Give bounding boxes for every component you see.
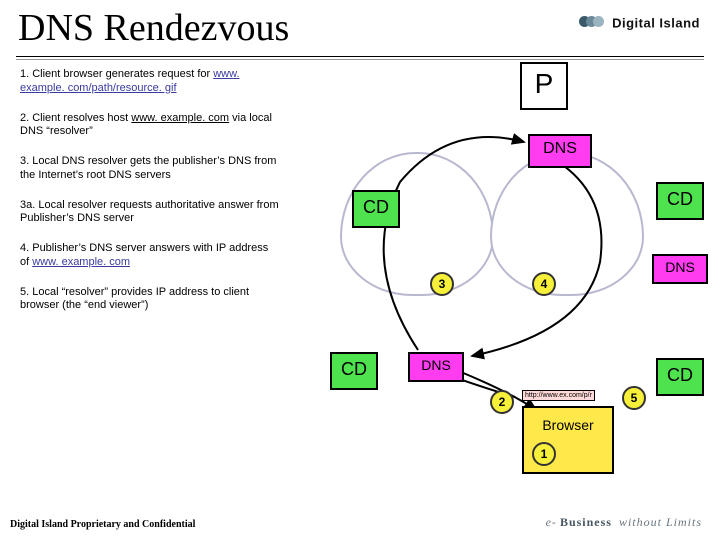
step-2-host: www. example. com bbox=[131, 112, 229, 124]
cd-node-br: CD bbox=[656, 358, 704, 396]
badge-5: 5 bbox=[622, 386, 646, 410]
step-5: 5. Local “resolver” provides IP address … bbox=[20, 286, 280, 314]
cd-node-tr: CD bbox=[656, 182, 704, 220]
step-4: 4. Publisher’s DNS server answers with I… bbox=[20, 242, 280, 270]
local-dns-node: DNS bbox=[408, 352, 464, 382]
step-1-text: 1. Client browser generates request for bbox=[20, 68, 213, 80]
tagline-post: without Limits bbox=[615, 515, 702, 529]
step-3: 3. Local DNS resolver gets the publisher… bbox=[20, 155, 280, 183]
footer-proprietary: Digital Island Proprietary and Confident… bbox=[10, 519, 195, 530]
step-4-link[interactable]: www. example. com bbox=[32, 256, 130, 268]
step-2-text-a: 2. Client resolves host bbox=[20, 112, 131, 124]
step-2: 2. Client resolves host www. example. co… bbox=[20, 112, 280, 140]
badge-4: 4 bbox=[532, 272, 556, 296]
dns-node-right: DNS bbox=[652, 254, 708, 284]
publisher-node: P bbox=[520, 62, 568, 110]
divider bbox=[16, 56, 704, 57]
cd-node-bl: CD bbox=[330, 352, 378, 390]
divider-shadow bbox=[16, 59, 704, 60]
brand-name: Digital Island bbox=[612, 16, 700, 31]
badge-3: 3 bbox=[430, 272, 454, 296]
cd-node-tl: CD bbox=[352, 190, 400, 228]
step-1: 1. Client browser generates request for … bbox=[20, 68, 280, 96]
slide-title: DNS Rendezvous bbox=[18, 6, 289, 50]
step-3a: 3a. Local resolver requests authoritativ… bbox=[20, 199, 280, 227]
brand-logo: Digital Island bbox=[579, 14, 700, 32]
badge-1: 1 bbox=[532, 442, 556, 466]
tagline-strong: Business bbox=[560, 515, 612, 529]
footer-tagline: e-Business without Limits bbox=[546, 515, 702, 530]
badge-2: 2 bbox=[490, 390, 514, 414]
brand-logo-icon bbox=[579, 14, 604, 32]
url-box: http://www.ex.com/p/r bbox=[522, 390, 595, 401]
top-dns-node: DNS bbox=[528, 134, 592, 168]
tagline-pre: e- bbox=[546, 515, 557, 529]
diagram: P DNS CD CD DNS CD CD DNS http://www.ex.… bbox=[300, 62, 710, 462]
browser-node: Browser bbox=[522, 406, 614, 474]
steps-list: 1. Client browser generates request for … bbox=[20, 68, 280, 329]
